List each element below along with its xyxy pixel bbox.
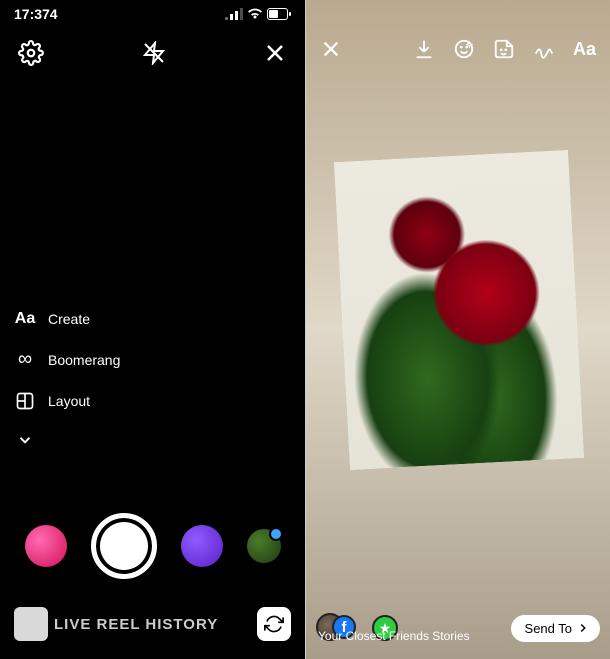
flash-toggle[interactable] (142, 41, 166, 65)
mode-tabs[interactable]: LIVE REEL HISTORY (54, 616, 251, 633)
download-icon (413, 38, 435, 60)
scribble-icon (533, 38, 555, 60)
status-bar: 17:374 (0, 0, 305, 22)
battery-icon (267, 8, 291, 20)
switch-camera-button[interactable] (257, 607, 291, 641)
sticker-icon (493, 38, 515, 60)
story-editor-panel: Aa f ★ Send To Your Closest Friends Stor… (305, 0, 610, 659)
mode-boomerang[interactable]: ∞ Boomerang (12, 348, 120, 371)
status-icons (225, 8, 291, 20)
signal-icon (225, 8, 243, 20)
send-to-button[interactable]: Send To (511, 615, 600, 642)
effects-button[interactable] (453, 38, 475, 60)
switch-camera-icon (264, 614, 284, 634)
close-icon (263, 41, 287, 65)
download-button[interactable] (413, 38, 435, 60)
flash-off-icon (142, 41, 166, 65)
mode-create[interactable]: Aa Create (12, 310, 120, 328)
filter-carousel[interactable] (0, 513, 305, 579)
chevron-right-icon (576, 621, 590, 635)
text-icon: Aa (12, 310, 38, 328)
gallery-button[interactable] (14, 607, 48, 641)
chevron-down-icon (12, 431, 38, 449)
close-icon (320, 38, 342, 60)
camera-bottom-tabs: LIVE REEL HISTORY (0, 607, 305, 641)
close-button[interactable] (263, 41, 287, 65)
draw-button[interactable] (533, 38, 555, 60)
photo-content-roses (334, 150, 584, 470)
filter-purple-glow[interactable] (181, 525, 223, 567)
gear-icon (18, 40, 44, 66)
editor-toolbar: Aa (306, 38, 610, 60)
share-row-label: Your Closest Friends Stories (318, 629, 470, 643)
share-bar: f ★ Send To Your Closest Friends Stories (306, 613, 610, 643)
mode-label: Create (48, 311, 90, 327)
filter-pink-sparkle[interactable] (25, 525, 67, 567)
text-tool-button[interactable]: Aa (573, 39, 596, 60)
infinity-icon: ∞ (12, 348, 38, 371)
mode-more[interactable] (12, 431, 120, 449)
editor-close-button[interactable] (320, 38, 342, 60)
settings-button[interactable] (18, 40, 44, 66)
stickers-button[interactable] (493, 38, 515, 60)
filter-green-mask[interactable] (247, 529, 281, 563)
layout-icon (12, 391, 38, 411)
story-photo[interactable] (334, 150, 584, 470)
mode-layout[interactable]: Layout (12, 391, 120, 411)
shutter-button[interactable] (91, 513, 157, 579)
mode-label: Layout (48, 393, 90, 409)
send-label: Send To (525, 621, 572, 636)
camera-panel: 17:374 Aa Create ∞ Boomerang (0, 0, 305, 659)
wifi-icon (247, 8, 263, 20)
mode-label: Boomerang (48, 352, 120, 368)
smiley-sparkle-icon (453, 38, 475, 60)
status-time: 17:374 (14, 6, 58, 22)
camera-mode-list: Aa Create ∞ Boomerang Layout (12, 310, 120, 449)
camera-top-bar (0, 22, 305, 76)
